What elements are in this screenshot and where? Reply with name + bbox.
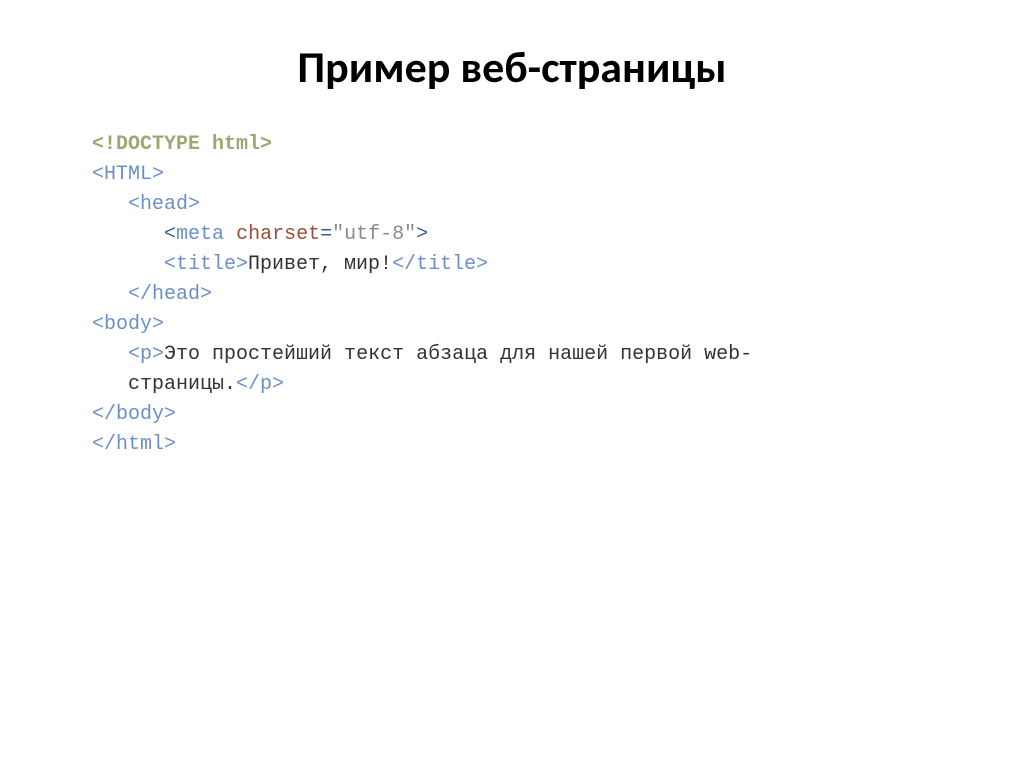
code-tag-title-close: </title> [392,253,488,276]
code-tag-head-close: </head> [128,283,212,306]
code-meta-gt: > [416,223,428,246]
code-tag-html-close: </html> [92,433,176,456]
code-tag-title-open: <title> [164,253,248,276]
code-tag-p-open: <p> [128,343,164,366]
code-eq: = [320,223,332,246]
code-example: <!DOCTYPE html> <HTML> <head> <meta char… [0,130,1024,460]
code-meta-name: meta [176,223,224,246]
code-meta-lt: < [164,223,176,246]
code-tag-head-open: <head> [128,193,200,216]
code-tag-body-close: </body> [92,403,176,426]
code-tag-html-open: <HTML> [92,163,164,186]
code-p-text-line2: страницы. [128,373,236,396]
code-attr-val: "utf-8" [332,223,416,246]
code-tag-p-close: </p> [236,373,284,396]
code-title-text: Привет, мир! [248,253,392,276]
code-space [224,223,236,246]
code-p-text-line1: Это простейший текст абзаца для нашей пе… [164,343,752,366]
code-attr-charset: charset [236,223,320,246]
page-title: Пример веб-страницы [0,40,1024,94]
code-tag-body-open: <body> [92,313,164,336]
code-doctype: <!DOCTYPE html> [92,133,272,156]
